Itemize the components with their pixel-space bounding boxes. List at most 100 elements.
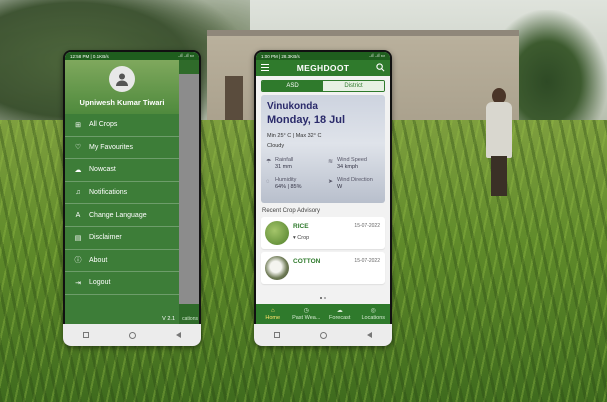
forecast-icon: ☁: [336, 307, 343, 314]
drawer-item-label: Notifications: [89, 189, 128, 197]
toggle-district[interactable]: District: [323, 81, 384, 91]
document-icon: ▤: [74, 234, 82, 242]
drawer-item-notifications[interactable]: ♫ Notifications: [65, 182, 179, 205]
wind-speed-label: Wind Speed: [337, 157, 367, 163]
phone-right: 1:00 PM | 28.3KB/s ..ıl ..ıl ▭ MEGHDOOT …: [254, 50, 392, 346]
recents-icon[interactable]: [83, 332, 89, 338]
wind-direction-stat: ➤ Wind Direction W: [328, 177, 373, 191]
status-signal: ..ıl ..ıl ▭: [368, 53, 385, 58]
nav-past-weather[interactable]: ◷ Past Wea...: [290, 304, 324, 324]
back-icon[interactable]: [176, 332, 181, 338]
search-icon[interactable]: [376, 63, 385, 72]
status-time: 12:58 PM | 0.1KB/s: [70, 53, 109, 59]
rainfall-stat: ☂ Rainfall 31 mm: [266, 157, 294, 171]
drawer-item-change-language[interactable]: A Change Language: [65, 204, 179, 227]
navigation-drawer: Upniwesh Kumar Tiwari ⊞ All Crops ♡ My F…: [65, 60, 179, 324]
nav-label: Home: [265, 314, 281, 321]
bottom-navigation: ⌂ Home ◷ Past Wea... ☁ Forecast ◎ Locati…: [256, 304, 390, 324]
crop-date: 15-07-2022: [354, 258, 380, 264]
crop-name: RICE: [293, 223, 309, 230]
rainfall-label: Rainfall: [275, 157, 294, 163]
peek-bottom-nav: cations: [179, 304, 199, 324]
nav-locations[interactable]: ◎ Locations: [357, 304, 391, 324]
grid-icon: ⊞: [75, 121, 81, 129]
app-bar: MEGHDOOT: [256, 60, 390, 76]
user-icon: [116, 73, 128, 86]
nav-label: Locations: [361, 314, 386, 321]
humidity-label: Humidity: [275, 177, 297, 183]
home-system-icon[interactable]: [320, 331, 327, 339]
status-bar: 12:58 PM | 0.1KB/s ..ıl ..ıl ▭: [65, 52, 199, 60]
crop-thumbnail: [265, 221, 289, 245]
hamburger-menu-icon[interactable]: [261, 64, 269, 71]
nav-label: Forecast: [329, 314, 351, 321]
home-system-icon[interactable]: [129, 331, 136, 339]
weather-card[interactable]: Vinukonda Monday, 18 Jul Min 25° C | Max…: [261, 95, 385, 203]
wind-speed-value: 34 kmph: [337, 164, 359, 170]
weather-date: Monday, 18 Jul: [267, 114, 346, 126]
weather-location: Vinukonda: [267, 101, 318, 112]
drawer-item-label: Disclaimer: [89, 234, 122, 242]
drawer-item-label: All Crops: [89, 121, 118, 129]
drawer-header: Upniwesh Kumar Tiwari: [65, 60, 179, 114]
wind-direction-value: W: [337, 184, 343, 190]
nav-forecast[interactable]: ☁ Forecast: [323, 304, 357, 324]
drawer-item-label: About: [89, 256, 108, 264]
history-icon: ◷: [303, 307, 309, 314]
crop-advisory-card-cotton[interactable]: COTTON 15-07-2022: [261, 252, 385, 284]
drawer-item-label: My Favourites: [89, 143, 133, 151]
peek-label: cations: [182, 316, 198, 322]
carousel-dots: [256, 286, 390, 299]
drawer-item-about[interactable]: ⓘ About: [65, 250, 179, 273]
phone-right-screen: 1:00 PM | 28.3KB/s ..ıl ..ıl ▭ MEGHDOOT …: [256, 52, 390, 324]
asd-district-toggle: ASD District: [261, 80, 385, 92]
nav-home[interactable]: ⌂ Home: [256, 304, 290, 324]
farmer-figure: [484, 88, 514, 198]
carousel-dot: [320, 297, 322, 299]
crop-date: 15-07-2022: [354, 223, 380, 229]
drawer-item-label: Nowcast: [89, 166, 116, 174]
crop-name: COTTON: [293, 258, 321, 265]
wind-speed-stat: ≋ Wind Speed 34 kmph: [328, 157, 367, 171]
rainfall-value: 31 mm: [275, 164, 292, 170]
background-content-peek: cations: [179, 60, 199, 324]
rain-icon: ☂: [266, 159, 272, 165]
farmer-legs: [491, 156, 507, 196]
app-title: MEGHDOOT: [296, 63, 350, 73]
crop-tag: ▾ Crop: [293, 235, 310, 241]
avatar[interactable]: [109, 66, 135, 92]
humidity-value: 64% | 85%: [275, 184, 302, 190]
recents-icon[interactable]: [274, 332, 280, 338]
phone-left-screen: 12:58 PM | 0.1KB/s ..ıl ..ıl ▭ cations U…: [65, 52, 199, 324]
weather-condition: Cloudy: [267, 143, 285, 149]
peek-appbar: [179, 60, 199, 74]
section-title: Recent Crop Advisory: [262, 208, 321, 214]
system-nav-bar: [254, 324, 392, 346]
wind-direction-label: Wind Direction: [337, 177, 373, 183]
drawer-item-logout[interactable]: ⇥ Logout: [65, 272, 179, 295]
back-icon[interactable]: [367, 332, 372, 338]
system-nav-bar: [63, 324, 201, 346]
weather-min-max: Min 25° C | Max 32° C: [267, 133, 322, 139]
drawer-item-label: Change Language: [89, 211, 147, 219]
compass-icon: ➤: [328, 179, 334, 185]
bell-icon: ♫: [75, 189, 81, 197]
logout-icon: ⇥: [75, 279, 81, 287]
home-icon: ⌂: [270, 307, 275, 314]
drawer-item-all-crops[interactable]: ⊞ All Crops: [65, 114, 179, 137]
drawer-item-label: Logout: [89, 279, 111, 287]
humidity-icon: ◌: [266, 179, 270, 185]
humidity-stat: ◌ Humidity 64% | 85%: [266, 177, 302, 191]
status-time: 1:00 PM | 28.3KB/s: [261, 53, 300, 59]
crop-thumbnail: [265, 256, 289, 280]
drawer-item-my-favourites[interactable]: ♡ My Favourites: [65, 137, 179, 160]
drawer-item-disclaimer[interactable]: ▤ Disclaimer: [65, 227, 179, 250]
crop-advisory-card-rice[interactable]: RICE 15-07-2022 ▾ Crop: [261, 217, 385, 249]
heart-icon: ♡: [74, 144, 82, 152]
toggle-asd[interactable]: ASD: [262, 81, 323, 91]
drawer-item-nowcast[interactable]: ☁ Nowcast: [65, 159, 179, 182]
location-icon: ◎: [370, 307, 376, 314]
status-bar: 1:00 PM | 28.3KB/s ..ıl ..ıl ▭: [256, 52, 390, 60]
carousel-dot: [324, 297, 326, 299]
cloud-icon: ☁: [74, 166, 82, 174]
